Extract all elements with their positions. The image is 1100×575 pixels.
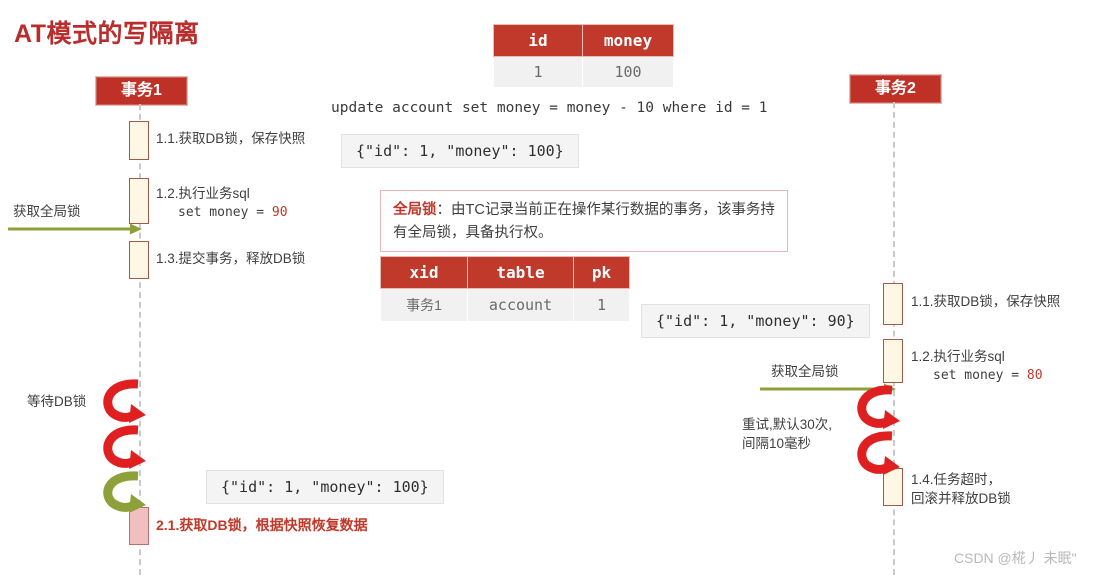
snapshot-box-tx2-before: {"id": 1, "money": 90} [641,304,870,338]
account-table-header-money: money [582,24,674,57]
step-label-tx2-1-1: 1.1.获取DB锁，保存快照 [911,294,1061,309]
step-label-tx2-1-4: 1.4.任务超时， 回滚并释放DB锁 [911,472,1011,506]
table-row: 事务1 account 1 [380,288,630,322]
step-label-tx1-1-1: 1.1.获取DB锁，保存快照 [156,131,306,146]
label-acquire-global-lock-tx2: 获取全局锁 [771,364,839,379]
activation-bar-tx1-step1 [129,121,149,160]
label-acquire-global-lock-tx1: 获取全局锁 [13,204,81,219]
account-table: id money 1 100 [493,24,674,88]
account-table-cell-id: 1 [493,56,583,88]
step-value-tx2: 80 [1026,368,1043,383]
retry-arrows-tx2 [857,385,900,475]
retry-arrow-red-1 [857,385,900,429]
actor-header-tx2: 事务2 [849,74,942,104]
step-label-tx1-1-2: 1.2.执行业务sql set money = 90 [156,185,288,222]
step-label-tx1-1-2-title: 1.2.执行业务sql [156,186,250,201]
lock-table-cell-xid: 事务1 [380,288,468,322]
lock-table-cell-pk: 1 [573,288,630,322]
arrow-acquire-global-lock-tx1 [8,223,142,235]
activation-bar-tx1-step21 [129,507,149,545]
retry-arrow-red-2 [857,431,900,475]
activation-bar-tx1-step3 [129,241,149,279]
retry-arrows-tx1 [103,379,146,513]
lock-table-header-xid: xid [380,256,468,289]
step-label-tx1-1-2-code: set money = 90 [156,203,288,222]
activation-bar-tx1-step2 [129,178,149,224]
lock-table-header-pk: pk [573,256,630,289]
sql-statement: update account set money = money - 10 wh… [331,100,768,116]
snapshot-box-tx1-before: {"id": 1, "money": 100} [341,134,579,168]
activation-bar-tx2-step1 [883,283,903,325]
step-code-tx2: set money = [933,368,1027,383]
global-lock-text: ：由TC记录当前正在操作某行数据的事务，该事务持有全局锁，具备执行权。 [393,202,775,241]
global-lock-term: 全局锁 [393,202,437,218]
retry-arrow-olive [103,471,146,513]
table-row: 1 100 [493,56,674,88]
lock-table-header-table: table [467,256,574,289]
snapshot-box-tx1-restore: {"id": 1, "money": 100} [206,470,444,504]
step-label-tx1-1-3: 1.3.提交事务，释放DB锁 [156,251,306,266]
global-lock-table: xid table pk 事务1 account 1 [380,256,630,322]
step-label-tx2-1-2-title: 1.2.执行业务sql [911,349,1005,364]
global-lock-callout: 全局锁：由TC记录当前正在操作某行数据的事务，该事务持有全局锁，具备执行权。 [380,190,788,252]
retry-arrow-red-2 [103,425,146,469]
account-table-header-id: id [493,24,583,57]
retry-arrow-red-1 [103,379,146,423]
step-value-tx1: 90 [271,205,288,220]
step-code-tx1: set money = [178,205,272,220]
account-table-cell-money: 100 [582,56,674,88]
lock-table-cell-table: account [467,288,574,322]
diagram-canvas: AT模式的写隔离 id money 1 100 update account s… [0,0,1100,575]
page-title: AT模式的写隔离 [14,20,200,48]
step-label-tx1-2-1: 2.1.获取DB锁，根据快照恢复数据 [156,517,368,533]
watermark: CSDN @椛丿 未眠" [954,550,1077,566]
label-wait-db-lock-tx1: 等待DB锁 [27,394,87,409]
label-retry-note-tx2: 重试,默认30次, 间隔10毫秒 [742,417,833,451]
actor-header-tx1: 事务1 [95,76,188,106]
step-label-tx2-1-2-code: set money = 80 [911,366,1043,385]
step-label-tx2-1-2: 1.2.执行业务sql set money = 80 [911,348,1043,385]
activation-bar-tx2-step2 [883,339,903,383]
